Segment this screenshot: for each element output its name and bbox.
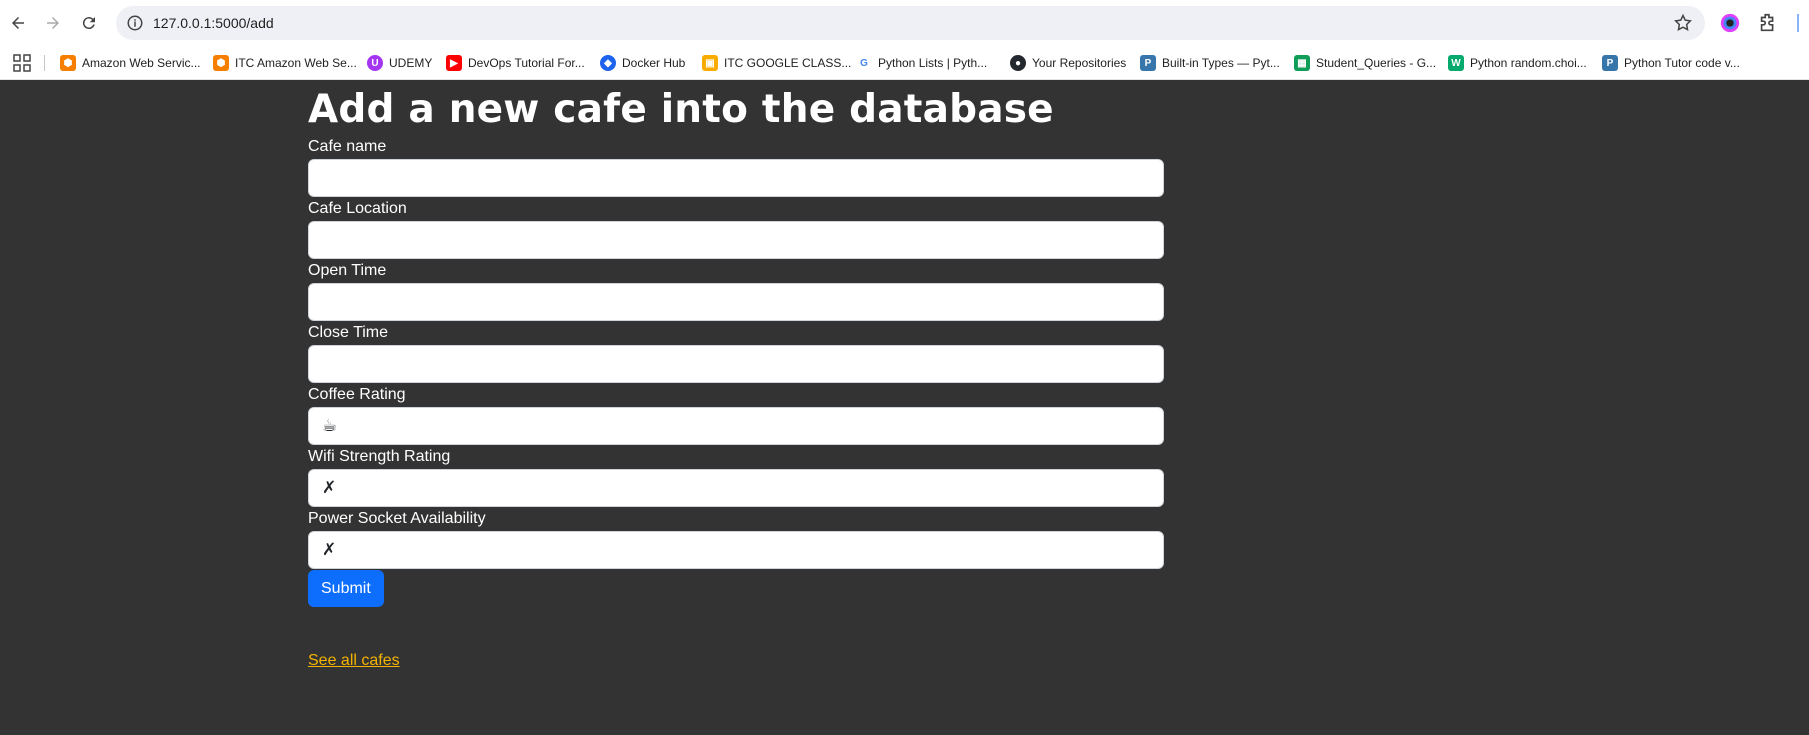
bookmarks-bar: ⬢ Amazon Web Servic... ⬢ ITC Amazon Web … <box>0 46 1809 80</box>
wifi-rating-label: Wifi Strength Rating <box>308 448 451 465</box>
bookmark-itc-google-classroom[interactable]: ▣ ITC GOOGLE CLASS... <box>702 54 851 72</box>
bookmarks-separator <box>44 55 45 71</box>
coffee-rating-select[interactable]: ☕ <box>308 407 1164 445</box>
cafe-location-label: Cafe Location <box>308 200 407 217</box>
cafe-name-label: Cafe name <box>308 138 387 155</box>
bookmark-udemy[interactable]: U UDEMY <box>367 54 432 72</box>
bookmark-label: Python Lists | Pyth... <box>878 56 988 70</box>
back-arrow-icon <box>12 17 24 29</box>
profile-indicator <box>1797 14 1799 32</box>
bookmark-built-in-types[interactable]: P Built-in Types — Pyt... <box>1140 54 1280 72</box>
bookmark-python-lists[interactable]: G Python Lists | Pyth... <box>856 54 987 72</box>
bookmark-devops-tutorial[interactable]: ▶ DevOps Tutorial For... <box>446 54 585 72</box>
wifi-rating-select[interactable]: ✗ <box>308 469 1164 507</box>
bookmark-amazon-web-services[interactable]: ⬢ Amazon Web Servic... <box>60 54 201 72</box>
see-all-cafes-link[interactable]: See all cafes <box>308 652 400 670</box>
page-title: Add a new cafe into the database <box>308 87 1054 132</box>
github-icon: ● <box>1010 55 1026 71</box>
bookmark-docker-hub[interactable]: ◆ Docker Hub <box>600 54 685 72</box>
w3schools-icon: W <box>1448 55 1464 71</box>
bookmark-label: Student_Queries - G... <box>1316 56 1437 70</box>
close-time-input[interactable] <box>308 345 1164 383</box>
bookmark-label: Python random.choi... <box>1470 56 1587 70</box>
address-bar[interactable]: 127.0.0.1:5000/add <box>116 6 1705 40</box>
bookmark-label: Your Repositories <box>1032 56 1127 70</box>
browser-toolbar: 127.0.0.1:5000/add <box>0 0 1809 46</box>
docker-icon: ◆ <box>600 55 616 71</box>
submit-button[interactable]: Submit <box>308 570 384 607</box>
cafe-location-field: Cafe Location <box>308 199 1164 259</box>
python-icon: P <box>1140 55 1156 71</box>
cafe-name-input[interactable] <box>308 159 1164 197</box>
open-time-input[interactable] <box>308 283 1164 321</box>
reload-icon <box>82 17 95 30</box>
color-picker-extension-icon[interactable] <box>1719 12 1741 34</box>
bookmark-label: Python Tutor code v... <box>1624 56 1740 70</box>
bookmark-label: DevOps Tutorial For... <box>468 56 585 70</box>
google-sheets-icon: ▦ <box>1294 55 1310 71</box>
open-time-label: Open Time <box>308 262 387 279</box>
add-cafe-form: Cafe name Cafe Location Open Time Close … <box>308 137 1164 607</box>
bookmark-your-repositories[interactable]: ● Your Repositories <box>1010 54 1126 72</box>
coffee-rating-label: Coffee Rating <box>308 386 406 403</box>
power-socket-field: Power Socket Availability ✗ <box>308 509 1164 569</box>
google-icon: G <box>856 55 872 71</box>
bookmark-label: Amazon Web Servic... <box>82 56 201 70</box>
reload-button[interactable] <box>76 10 102 36</box>
power-socket-select[interactable]: ✗ <box>308 531 1164 569</box>
cafe-location-input[interactable] <box>308 221 1164 259</box>
forward-button[interactable] <box>40 10 66 36</box>
aws-icon: ⬢ <box>60 55 76 71</box>
bookmark-python-tutor[interactable]: P Python Tutor code v... <box>1602 54 1740 72</box>
close-time-field: Close Time <box>308 323 1164 383</box>
open-time-field: Open Time <box>308 261 1164 321</box>
bookmark-itc-amazon-web-services[interactable]: ⬢ ITC Amazon Web Se... <box>213 54 357 72</box>
bookmark-student-queries[interactable]: ▦ Student_Queries - G... <box>1294 54 1436 72</box>
bookmark-star-icon[interactable] <box>1673 13 1693 33</box>
close-time-label: Close Time <box>308 324 389 341</box>
forward-arrow-icon <box>47 17 59 29</box>
bookmark-label: UDEMY <box>389 56 433 70</box>
power-socket-label: Power Socket Availability <box>308 510 486 527</box>
apps-grid-icon[interactable] <box>13 54 31 72</box>
site-info-icon[interactable] <box>126 14 144 32</box>
extensions-puzzle-icon[interactable] <box>1757 12 1779 34</box>
bookmark-label: Built-in Types — Pyt... <box>1162 56 1280 70</box>
python-icon: P <box>1602 55 1618 71</box>
add-cafe-form-container: Add a new cafe into the database Cafe na… <box>308 80 1164 607</box>
wifi-rating-field: Wifi Strength Rating ✗ <box>308 447 1164 507</box>
bookmark-label: ITC GOOGLE CLASS... <box>724 56 852 70</box>
coffee-rating-field: Coffee Rating ☕ <box>308 385 1164 445</box>
aws-icon: ⬢ <box>213 55 229 71</box>
youtube-icon: ▶ <box>446 55 462 71</box>
back-button[interactable] <box>5 10 31 36</box>
bookmark-label: ITC Amazon Web Se... <box>235 56 357 70</box>
google-classroom-icon: ▣ <box>702 55 718 71</box>
bookmark-python-random-choice[interactable]: W Python random.choi... <box>1448 54 1587 72</box>
url-text[interactable]: 127.0.0.1:5000/add <box>153 15 274 31</box>
cafe-name-field: Cafe name <box>308 137 1164 197</box>
bookmark-label: Docker Hub <box>622 56 686 70</box>
udemy-icon: U <box>367 55 383 71</box>
